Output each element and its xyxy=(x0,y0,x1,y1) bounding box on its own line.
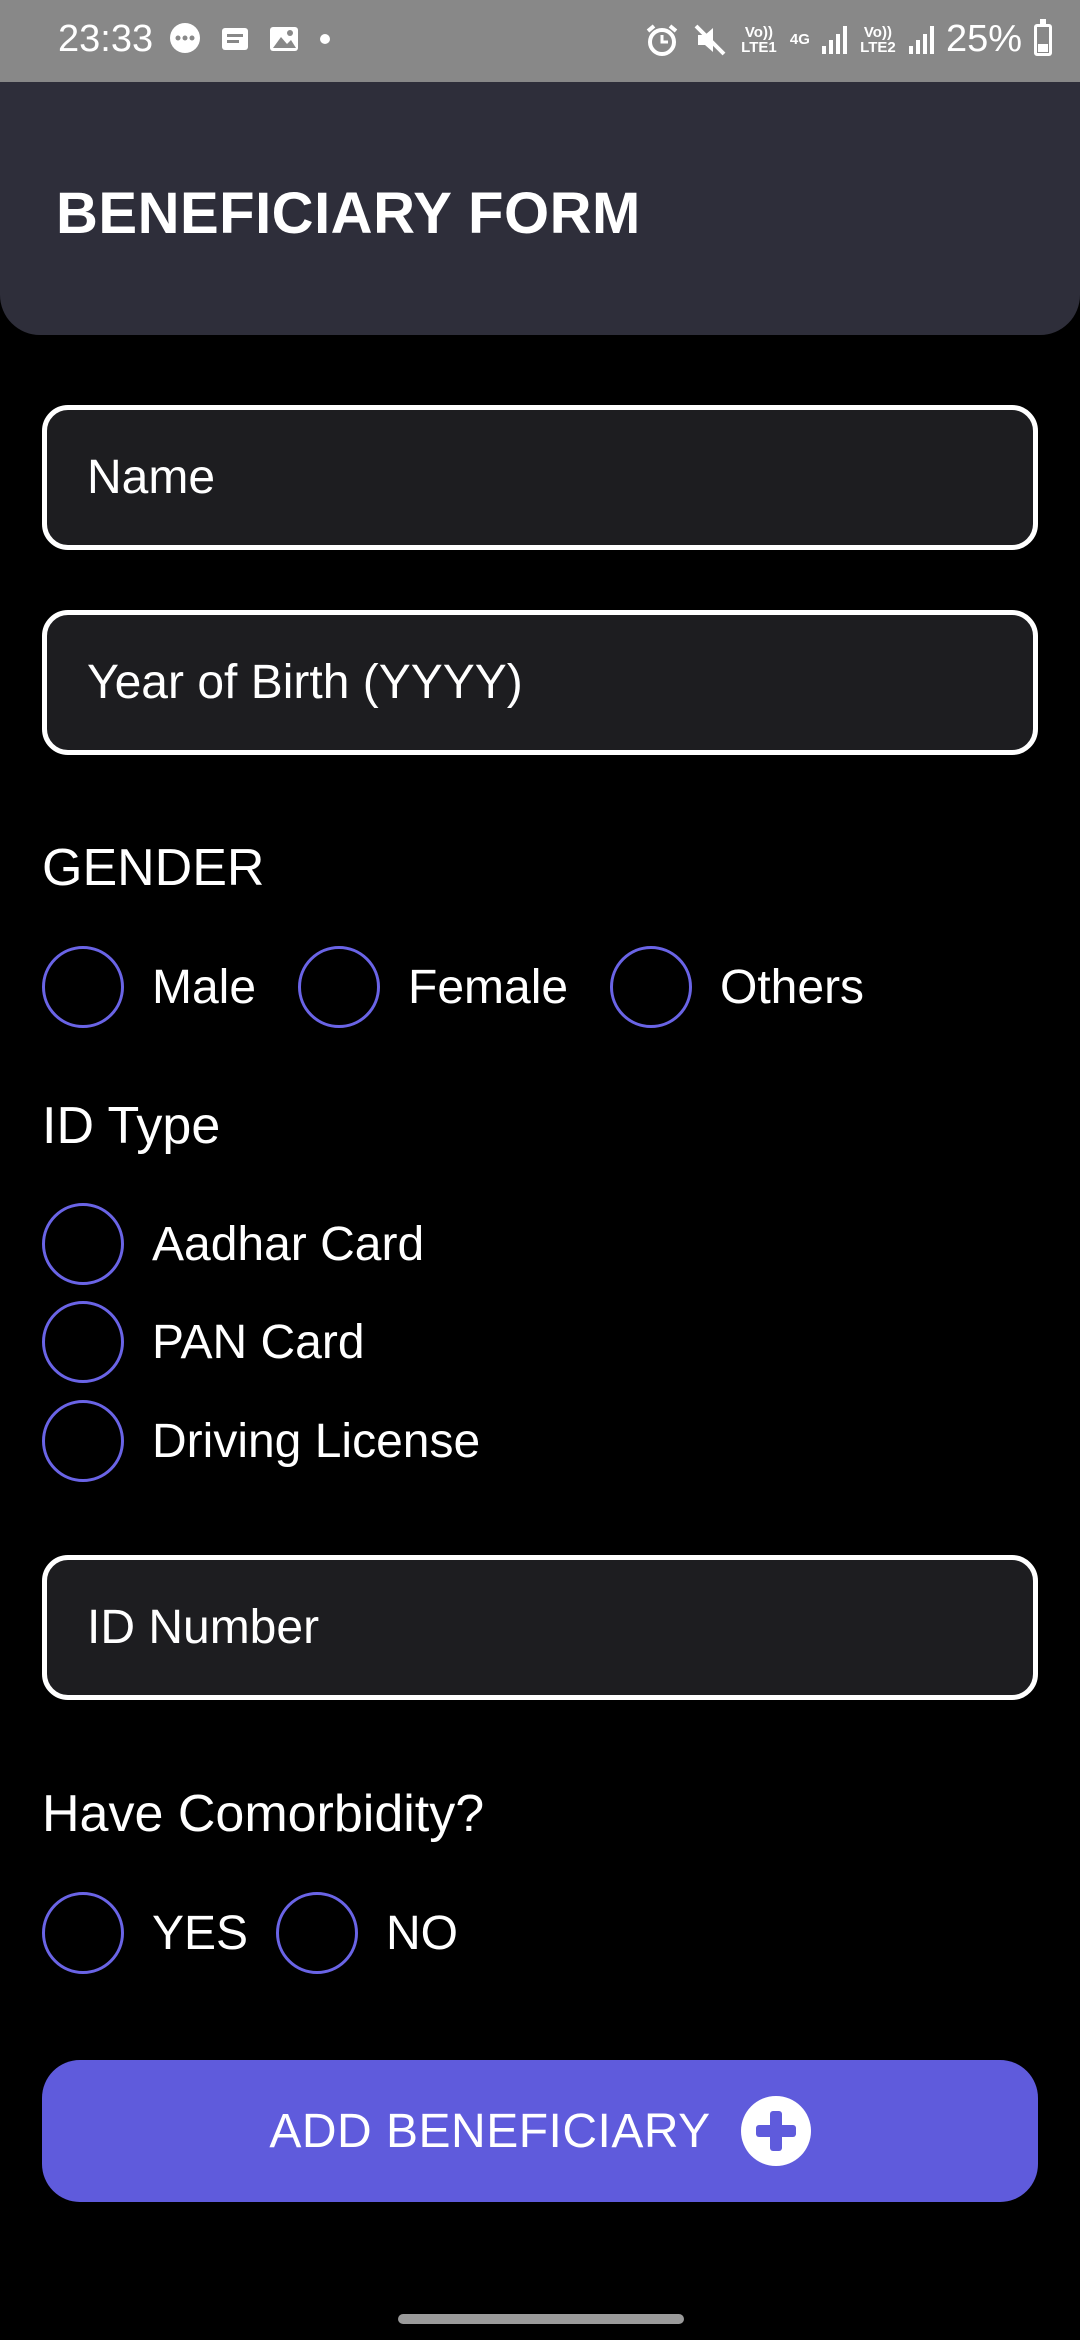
dot-icon xyxy=(320,34,330,44)
battery-icon xyxy=(1034,18,1052,56)
radio-gender-others[interactable]: Others xyxy=(610,946,864,1028)
year-of-birth-placeholder: Year of Birth (YYYY) xyxy=(87,656,523,709)
alarm-icon xyxy=(646,23,678,56)
message-icon xyxy=(222,28,248,50)
plus-circle-icon xyxy=(740,2096,811,2166)
radio-circle[interactable] xyxy=(42,946,124,1028)
notification-icons xyxy=(168,22,332,56)
year-of-birth-input[interactable]: Year of Birth (YYYY) xyxy=(42,610,1038,755)
radio-id-pan[interactable]: PAN Card xyxy=(42,1301,365,1383)
radio-circle[interactable] xyxy=(42,1203,124,1285)
id-type-label: ID Type xyxy=(42,1097,221,1155)
radio-circle[interactable] xyxy=(276,1892,358,1974)
sim2-volte: Vo)) LTE2 xyxy=(860,23,896,56)
signal-icon-2 xyxy=(908,25,934,54)
radio-circle[interactable] xyxy=(42,1892,124,1974)
radio-comorbidity-no[interactable]: NO xyxy=(276,1892,458,1974)
radio-label: Driving License xyxy=(152,1414,481,1468)
radio-label: Female xyxy=(408,960,569,1014)
radio-circle[interactable] xyxy=(42,1301,124,1383)
radio-label: Others xyxy=(720,960,865,1014)
page-title: BENEFICIARY FORM xyxy=(56,181,641,246)
radio-gender-female[interactable]: Female xyxy=(298,946,568,1028)
add-beneficiary-button[interactable]: ADD BENEFICIARY xyxy=(42,2060,1038,2202)
system-icons: Vo)) LTE1 4G Vo)) LTE2 25% xyxy=(644,18,1052,61)
id-number-input[interactable]: ID Number xyxy=(42,1555,1038,1700)
network-type: 4G xyxy=(789,31,810,48)
radio-circle[interactable] xyxy=(298,946,380,1028)
app-header: BENEFICIARY FORM xyxy=(0,82,1080,335)
radio-id-driving-license[interactable]: Driving License xyxy=(42,1400,480,1482)
chat-icon xyxy=(170,23,200,53)
radio-label: Male xyxy=(152,960,257,1014)
name-placeholder: Name xyxy=(87,451,216,504)
add-beneficiary-label: ADD BENEFICIARY xyxy=(269,2104,711,2158)
comorbidity-label: Have Comorbidity? xyxy=(42,1785,485,1843)
radio-label: Aadhar Card xyxy=(152,1217,425,1271)
clock: 23:33 xyxy=(58,18,154,60)
sim1-volte: Vo)) LTE1 xyxy=(741,23,777,56)
radio-comorbidity-yes[interactable]: YES xyxy=(42,1892,248,1974)
gender-label: GENDER xyxy=(42,839,265,897)
radio-label: YES xyxy=(152,1906,249,1960)
name-input[interactable]: Name xyxy=(42,405,1038,550)
radio-id-aadhar[interactable]: Aadhar Card xyxy=(42,1203,424,1285)
radio-circle[interactable] xyxy=(610,946,692,1028)
status-bar: 23:33 Vo)) LTE1 4G Vo)) LTE2 25% xyxy=(0,0,1080,82)
gallery-icon xyxy=(270,27,298,51)
battery-percent: 25% xyxy=(945,18,1022,60)
radio-circle[interactable] xyxy=(42,1400,124,1482)
home-indicator[interactable] xyxy=(398,2314,684,2324)
mute-icon xyxy=(694,24,726,55)
signal-icon xyxy=(821,25,847,54)
radio-gender-male[interactable]: Male xyxy=(42,946,256,1028)
id-number-placeholder: ID Number xyxy=(87,1601,320,1654)
radio-label: NO xyxy=(386,1906,458,1960)
radio-label: PAN Card xyxy=(152,1315,365,1369)
